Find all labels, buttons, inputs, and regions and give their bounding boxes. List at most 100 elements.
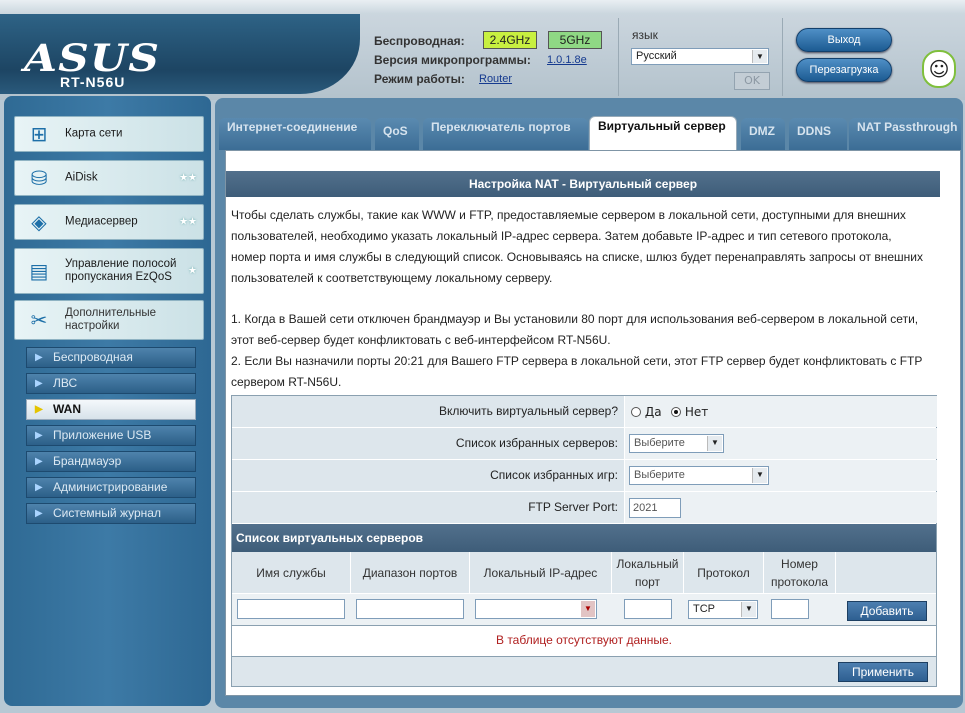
tab-qos[interactable]: QoS [375, 118, 419, 150]
servers-value: Выберите ▼ [624, 428, 937, 459]
disk-icon: ⛁ [30, 166, 48, 190]
games-row: Список избранных игр: Выберите ▼ [232, 460, 937, 492]
arrow-right-icon: ▶ [35, 456, 43, 467]
tab-nat-passthrough[interactable]: NAT Passthrough [849, 118, 961, 150]
reboot-button[interactable]: Перезагрузка [796, 58, 892, 82]
enable-row: Включить виртуальный сервер? Да Нет [232, 396, 937, 428]
ftp-port-input[interactable]: 2021 [629, 498, 681, 518]
protocol-number-input[interactable] [771, 599, 809, 619]
sidebar-item-ezqos[interactable]: ▤ Управление полосой пропускания EzQoS ★ [14, 248, 204, 294]
content-panel: Настройка NAT - Виртуальный сервер Чтобы… [225, 150, 961, 696]
service-name-input[interactable] [237, 599, 345, 619]
tab-ddns[interactable]: DDNS [789, 118, 847, 150]
apply-button[interactable]: Применить [838, 662, 928, 682]
arrow-right-icon: ▶ [35, 508, 43, 519]
submenu-label: Системный журнал [53, 506, 161, 520]
tab-internet[interactable]: Интернет-соединение [219, 118, 371, 150]
description-line: пользователей, необходимо указать локаль… [231, 229, 892, 243]
col-header: Локальный IP-адрес [470, 552, 612, 594]
logo-area: ASUS RT-N56U [0, 14, 360, 94]
col-header: Диапазон портов [351, 552, 470, 594]
submenu-label: Администрирование [53, 480, 168, 494]
games-select[interactable]: Выберите ▼ [629, 466, 769, 485]
submenu-syslog[interactable]: ▶ Системный журнал [26, 503, 196, 524]
wireless-label: Беспроводная: [374, 34, 465, 48]
enable-value: Да Нет [624, 396, 937, 427]
radio-yes[interactable]: Да [631, 405, 662, 419]
sidebar-item-label: Дополнительные настройки [65, 307, 157, 332]
servers-select-value: Выберите [634, 437, 685, 449]
servers-select[interactable]: Выберите ▼ [629, 434, 724, 453]
language-select[interactable]: Русский ▼ [631, 48, 769, 65]
empty-table-message: В таблице отсутствуют данные. [232, 626, 936, 656]
tab-virtual-server[interactable]: Виртуальный сервер [589, 116, 737, 150]
submenu-label: ЛВС [53, 376, 78, 390]
radio-no-circle[interactable] [671, 407, 681, 417]
network-map-icon: ⊞ [30, 122, 48, 146]
sidebar-item-network-map[interactable]: ⊞ Карта сети [14, 116, 204, 152]
tab-dmz[interactable]: DMZ [741, 118, 785, 150]
submenu-firewall[interactable]: ▶ Брандмауэр [26, 451, 196, 472]
port-range-input[interactable] [356, 599, 464, 619]
stars-icon: ★★ [179, 216, 197, 228]
freq-5-badge[interactable]: 5GHz [548, 31, 602, 49]
sidebar-item-label: Управление полосой пропускания EzQoS [65, 258, 177, 283]
submenu-wireless[interactable]: ▶ Беспроводная [26, 347, 196, 368]
mascot-icon: ☺ [922, 50, 956, 88]
enable-label: Включить виртуальный сервер? [439, 404, 618, 418]
col-header: Номер протокола [764, 552, 836, 594]
submenu-wan[interactable]: ▶ WAN [26, 399, 196, 420]
games-label: Список избранных игр: [490, 468, 618, 482]
language-ok-button[interactable]: OK [734, 72, 770, 90]
sidebar: ⊞ Карта сети ⛁ AiDisk ★★ ◈ Медиасервер ★… [4, 96, 211, 706]
firmware-link[interactable]: 1.0.1.8e [547, 54, 587, 66]
mode-link[interactable]: Router [479, 73, 512, 85]
tab-label: Виртуальный сервер [598, 119, 726, 133]
chevron-down-icon: ▼ [707, 436, 722, 451]
col-header: Имя службы [232, 552, 351, 594]
ftp-value: 2021 [624, 492, 937, 523]
arrow-right-icon: ▶ [35, 378, 43, 389]
arrow-right-icon: ▶ [35, 352, 43, 363]
chevron-down-icon: ▼ [752, 50, 767, 63]
sidebar-item-label: Медиасервер [65, 215, 138, 228]
add-button[interactable]: Добавить [847, 601, 927, 621]
sidebar-item-aidisk[interactable]: ⛁ AiDisk ★★ [14, 160, 204, 196]
servers-row: Список избранных серверов: Выберите ▼ [232, 428, 937, 460]
local-port-input[interactable] [624, 599, 672, 619]
tab-port-switch[interactable]: Переключатель портов [423, 118, 588, 150]
submenu-lan[interactable]: ▶ ЛВС [26, 373, 196, 394]
radio-no-label: Нет [684, 405, 709, 419]
local-ip-input[interactable]: ▼ [475, 599, 597, 619]
freq-24-badge[interactable]: 2.4GHz [483, 31, 537, 49]
games-select-value: Выберите [634, 469, 685, 481]
submenu-usb[interactable]: ▶ Приложение USB [26, 425, 196, 446]
arrow-right-icon: ▶ [35, 482, 43, 493]
tab-label: Переключатель портов [431, 120, 571, 134]
protocol-select[interactable]: TCP ▼ [688, 600, 758, 619]
media-server-icon: ◈ [31, 210, 47, 234]
radio-no[interactable]: Нет [671, 405, 708, 419]
description-line: Чтобы сделать службы, такие как WWW и FT… [231, 208, 906, 222]
settings-form: Включить виртуальный сервер? Да Нет Спис… [231, 395, 937, 687]
sidebar-item-advanced[interactable]: ✂ Дополнительные настройки [14, 300, 204, 340]
language-value: Русский [636, 50, 677, 62]
protocol-select-value: TCP [693, 603, 715, 615]
main-area: Интернет-соединение QoS Переключатель по… [215, 98, 963, 708]
note-line: 2. Если Вы назначили порты 20:21 для Ваш… [231, 354, 923, 368]
radio-yes-circle[interactable] [631, 407, 641, 417]
logout-button[interactable]: Выход [796, 28, 892, 52]
stars-icon: ★★ [179, 172, 197, 184]
vs-table-title: Список виртуальных серверов [232, 524, 936, 552]
mode-label: Режим работы: [374, 72, 465, 86]
submenu-label: Беспроводная [53, 350, 133, 364]
chevron-down-icon[interactable]: ▼ [581, 601, 595, 617]
header-divider [782, 18, 783, 96]
submenu-admin[interactable]: ▶ Администрирование [26, 477, 196, 498]
language-label: язык [632, 28, 658, 42]
page-title: Настройка NAT - Виртуальный сервер [226, 171, 940, 197]
sidebar-item-media-server[interactable]: ◈ Медиасервер ★★ [14, 204, 204, 240]
note-line: этот веб-сервер будет конфликтовать с ве… [231, 333, 611, 347]
tools-icon: ✂ [30, 308, 48, 332]
